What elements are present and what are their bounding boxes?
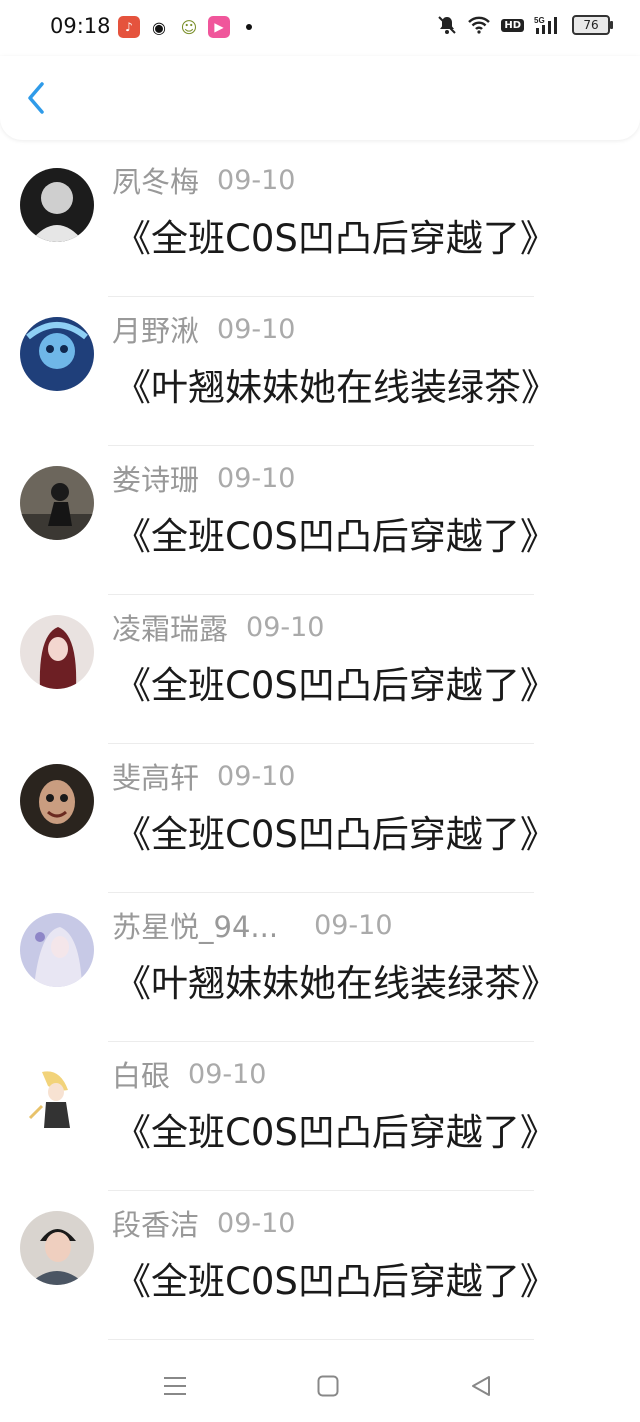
comment-text: 《全班C0S凹凸后穿越了》 [114, 664, 557, 707]
reading-app-icon: ☺ [178, 16, 200, 38]
list-item[interactable]: 段香洁 09-10 《全班C0S凹凸后穿越了》 [0, 1191, 640, 1340]
avatar[interactable] [20, 466, 94, 540]
home-square-icon [317, 1375, 339, 1397]
more-notifications-icon [246, 24, 252, 30]
username[interactable]: 段香洁 [112, 1202, 199, 1244]
back-button[interactable] [14, 76, 58, 120]
avatar[interactable] [20, 168, 94, 242]
avatar[interactable] [20, 317, 94, 391]
comment-date: 09-10 [217, 313, 296, 345]
comment-text: 《全班C0S凹凸后穿越了》 [114, 1260, 557, 1303]
username[interactable]: 白硍 [112, 1053, 170, 1095]
comment-text: 《全班C0S凹凸后穿越了》 [114, 217, 557, 260]
list-item[interactable]: 白硍 09-10 《全班C0S凹凸后穿越了》 [0, 1042, 640, 1191]
comment-date: 09-10 [246, 611, 325, 643]
avatar[interactable] [20, 1211, 94, 1285]
username[interactable]: 苏星悦_94... [112, 904, 278, 946]
comment-date: 09-10 [217, 760, 296, 792]
comment-text: 《全班C0S凹凸后穿越了》 [114, 1111, 557, 1154]
signal-icon: 5G [534, 16, 557, 34]
username[interactable]: 月野湫 [112, 308, 199, 350]
wechat-icon: ◉ [148, 16, 170, 38]
comment-date: 09-10 [314, 909, 393, 941]
hd-icon: HD [501, 18, 524, 32]
chevron-left-icon [28, 82, 44, 114]
status-time: 09:18 [50, 14, 111, 38]
mute-bell-icon [438, 16, 457, 34]
list-item[interactable]: 斐高轩 09-10 《全班C0S凹凸后穿越了》 [0, 744, 640, 893]
menu-button[interactable] [155, 1366, 195, 1406]
list-item[interactable]: 凌霜瑞露 09-10 《全班C0S凹凸后穿越了》 [0, 595, 640, 744]
comment-text: 《全班C0S凹凸后穿越了》 [114, 813, 557, 856]
system-nav-bar [0, 1340, 640, 1422]
list-item[interactable]: 娄诗珊 09-10 《全班C0S凹凸后穿越了》 [0, 446, 640, 595]
back-triangle-icon [472, 1376, 490, 1396]
notification-icons: ♪ ◉ ☺ ▶ [118, 16, 252, 38]
comment-text: 《叶翘妹妹她在线装绿茶》 [114, 962, 558, 1005]
username[interactable]: 斐高轩 [112, 755, 199, 797]
top-app-bar [0, 56, 640, 140]
system-icons: HD 5G 76 [437, 15, 613, 35]
menu-icon [164, 1377, 186, 1395]
comment-date: 09-10 [217, 1207, 296, 1239]
back-nav-button[interactable] [461, 1366, 501, 1406]
music-app-icon: ♪ [118, 16, 140, 38]
avatar[interactable] [20, 764, 94, 838]
comment-date: 09-10 [188, 1058, 267, 1090]
avatar[interactable] [20, 1062, 94, 1136]
list-item[interactable]: 苏星悦_94... 09-10 《叶翘妹妹她在线装绿茶》 [0, 893, 640, 1042]
comment-text: 《叶翘妹妹她在线装绿茶》 [114, 366, 558, 409]
status-bar: 09:18 ♪ ◉ ☺ ▶ HD 5G 76 [0, 0, 640, 56]
comment-date: 09-10 [217, 462, 296, 494]
svg-text:5G: 5G [534, 16, 545, 25]
home-button[interactable] [308, 1366, 348, 1406]
list-item[interactable]: 月野湫 09-10 《叶翘妹妹她在线装绿茶》 [0, 297, 640, 446]
video-app-icon: ▶ [208, 16, 230, 38]
username[interactable]: 凌霜瑞露 [112, 606, 228, 648]
comment-list: 夙冬梅 09-10 《全班C0S凹凸后穿越了》 月野湫 09-10 《叶翘妹妹她… [0, 148, 640, 1340]
wifi-icon [468, 16, 491, 34]
comment-date: 09-10 [217, 164, 296, 196]
username[interactable]: 夙冬梅 [112, 159, 199, 201]
avatar[interactable] [20, 615, 94, 689]
list-item[interactable]: 夙冬梅 09-10 《全班C0S凹凸后穿越了》 [0, 148, 640, 297]
comment-text: 《全班C0S凹凸后穿越了》 [114, 515, 557, 558]
username[interactable]: 娄诗珊 [112, 457, 199, 499]
avatar[interactable] [20, 913, 94, 987]
battery-icon: 76 [572, 15, 613, 35]
